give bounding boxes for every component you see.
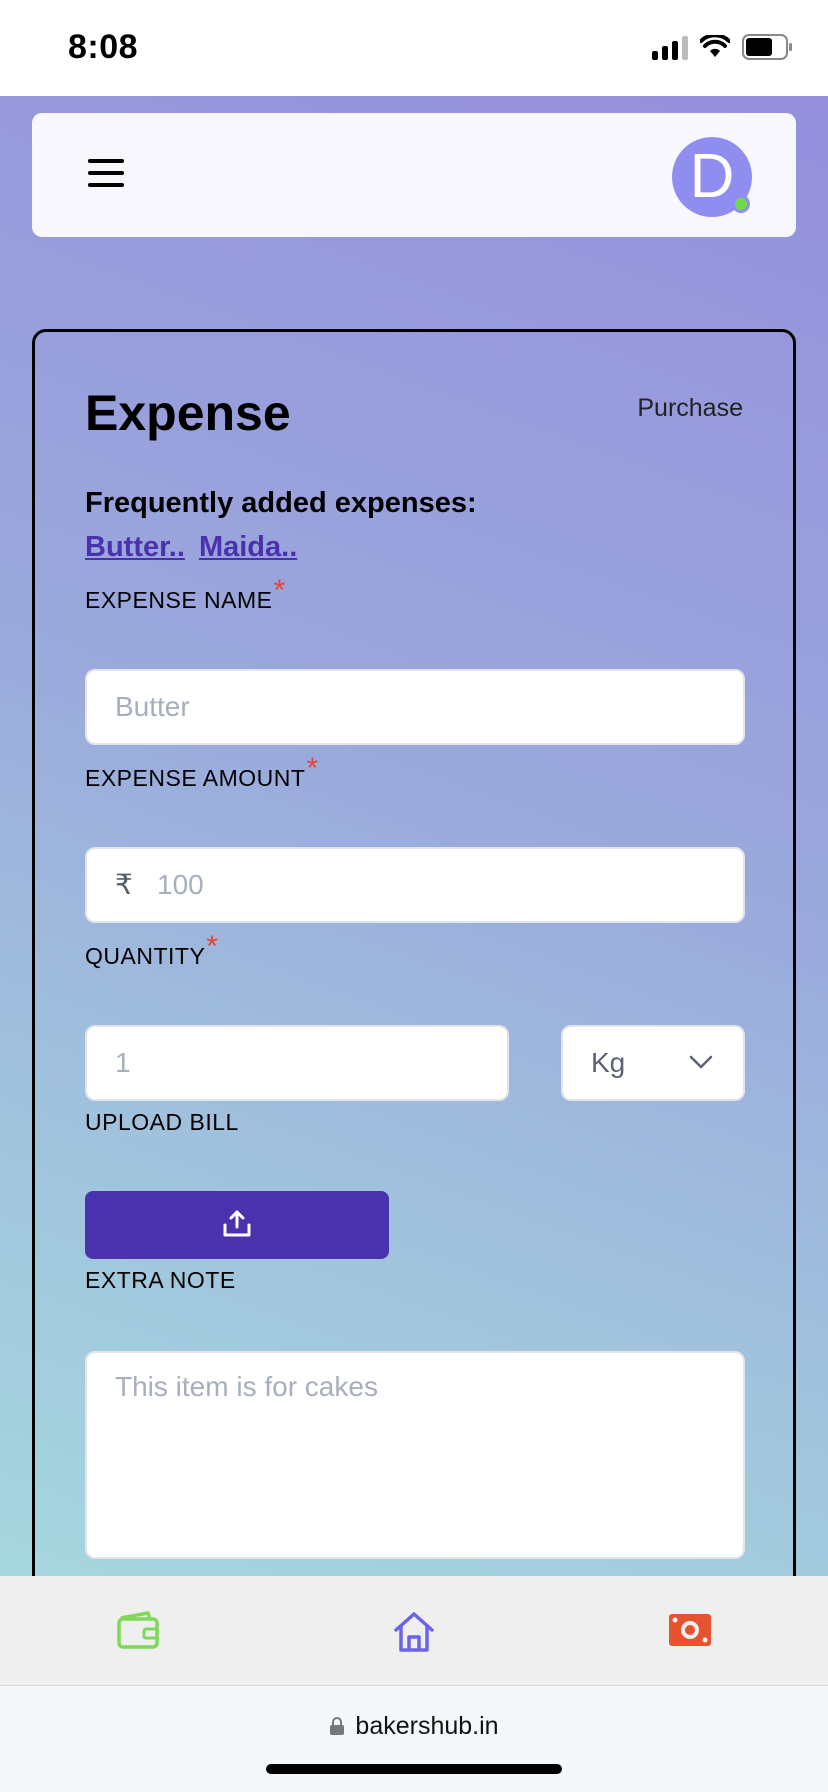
expense-name-placeholder: Butter — [115, 691, 190, 722]
expense-name-label-text: EXPENSE NAME — [85, 587, 273, 613]
lock-icon — [330, 1717, 345, 1735]
purchase-link[interactable]: Purchase — [637, 394, 743, 423]
upload-bill-button[interactable] — [85, 1191, 389, 1259]
battery-icon — [742, 34, 794, 60]
expense-form-card: Expense Purchase Frequently added expens… — [32, 329, 796, 1576]
url-text: bakershub.in — [355, 1712, 499, 1740]
quantity-input[interactable]: 1 — [85, 1025, 509, 1101]
status-icons — [652, 34, 794, 60]
home-icon[interactable] — [392, 1610, 436, 1659]
expense-amount-placeholder: 100 — [157, 869, 204, 900]
frequent-expenses-list: Butter.. Maida.. — [85, 531, 303, 564]
expense-amount-label: EXPENSE AMOUNT* — [85, 752, 319, 794]
menu-icon[interactable] — [88, 159, 124, 189]
unit-select[interactable]: Kg — [561, 1025, 745, 1101]
required-marker: * — [306, 752, 319, 785]
frequent-expense-maida[interactable]: Maida.. — [199, 531, 297, 563]
frequent-expenses-label: Frequently added expenses: — [85, 487, 477, 519]
quantity-label-text: QUANTITY — [85, 943, 206, 969]
wifi-icon — [700, 35, 730, 59]
avatar-letter: D — [689, 142, 735, 211]
home-indicator[interactable] — [266, 1764, 562, 1774]
expense-amount-label-text: EXPENSE AMOUNT — [85, 765, 306, 791]
extra-note-label: EXTRA NOTE — [85, 1267, 236, 1293]
status-bar: 8:08 — [0, 0, 828, 96]
extra-note-textarea[interactable]: This item is for cakes — [85, 1351, 745, 1559]
online-status-dot — [732, 195, 750, 213]
status-time: 8:08 — [68, 28, 139, 66]
avatar[interactable]: D — [672, 137, 752, 217]
browser-url-bar: bakershub.in — [0, 1686, 828, 1792]
upload-icon — [223, 1210, 251, 1237]
quantity-placeholder: 1 — [115, 1047, 131, 1078]
app-content: D Expense Purchase Frequently added expe… — [0, 96, 828, 1576]
cash-icon[interactable] — [668, 1610, 712, 1655]
chevron-down-icon — [689, 1055, 713, 1069]
frequent-expense-butter[interactable]: Butter.. — [85, 531, 185, 563]
required-marker: * — [273, 574, 286, 607]
signal-icon — [652, 34, 688, 60]
quantity-label: QUANTITY* — [85, 930, 218, 972]
upload-bill-label: UPLOAD BILL — [85, 1109, 239, 1135]
wallet-icon[interactable] — [116, 1610, 160, 1655]
required-marker: * — [206, 930, 219, 963]
bottom-nav — [0, 1576, 828, 1686]
expense-amount-input[interactable]: ₹ 100 — [85, 847, 745, 923]
unit-select-value: Kg — [591, 1047, 626, 1078]
url-display[interactable]: bakershub.in — [0, 1712, 828, 1741]
extra-note-placeholder: This item is for cakes — [115, 1371, 378, 1402]
page-title: Expense — [85, 385, 291, 441]
top-bar: D — [32, 113, 796, 237]
expense-name-input[interactable]: Butter — [85, 669, 745, 745]
rupee-icon: ₹ — [115, 869, 133, 900]
expense-name-label: EXPENSE NAME* — [85, 574, 286, 616]
